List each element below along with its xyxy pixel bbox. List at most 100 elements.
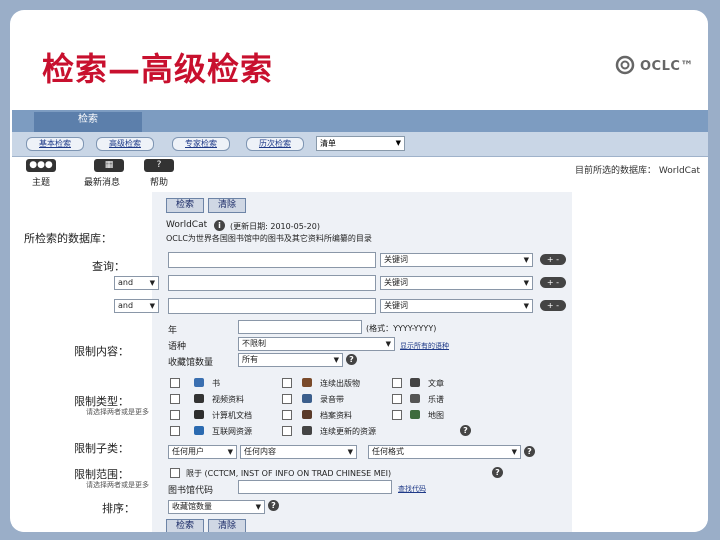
expert-search-button[interactable]: 专家检索 — [172, 137, 230, 151]
query-input-2[interactable] — [168, 275, 376, 291]
chevron-down-icon: ▼ — [227, 448, 233, 456]
add-remove-row-button-1[interactable]: + - — [540, 254, 566, 265]
type-checkbox-serial[interactable] — [282, 378, 292, 388]
type-label-archive: 档案资料 — [320, 411, 352, 420]
chevron-down-icon: ▼ — [523, 279, 529, 287]
year-label: 年 — [168, 326, 178, 336]
field-select-1[interactable]: 关键词 ▼ — [380, 253, 533, 267]
type-checkbox-article[interactable] — [392, 378, 402, 388]
query-input-1[interactable] — [168, 252, 376, 268]
type-checkbox-map[interactable] — [392, 410, 402, 420]
type-checkbox-score[interactable] — [392, 394, 402, 404]
chevron-down-icon: ▼ — [149, 279, 155, 287]
db-name: WorldCat — [166, 220, 208, 230]
type-label-serial: 连续出版物 — [320, 379, 360, 388]
serial-icon — [302, 378, 312, 387]
subtype-help-icon[interactable]: ? — [524, 446, 535, 457]
holdings-help-icon[interactable]: ? — [346, 354, 357, 365]
search-form: 检索 清除 WorldCat i (更新日期: 2010-05-20) OCLC… — [114, 192, 572, 532]
type-label-continuing: 连续更新的资源 — [320, 427, 376, 436]
type-checkbox-archive[interactable] — [282, 410, 292, 420]
type-checkbox-audio[interactable] — [282, 394, 292, 404]
scope-checkbox[interactable] — [170, 468, 180, 478]
history-button[interactable]: 历次检索 — [246, 137, 304, 151]
sort-select[interactable]: 收藏馆数量 ▼ — [168, 500, 265, 514]
libcode-input[interactable] — [238, 480, 392, 494]
icon-bar: ●●● 主题 ▦ 最新消息 ? 帮助 目前所选的数据库： WorldCat — [12, 157, 708, 189]
top-bar: 检索 — [12, 110, 708, 132]
map-icon — [410, 410, 420, 419]
operator-select-3-value: and — [118, 301, 134, 310]
limit-content-label: 限制内容： — [74, 345, 129, 358]
list-select[interactable]: 清单 ▼ — [316, 136, 405, 151]
type-help-icon[interactable]: ? — [460, 425, 471, 436]
topic-label: 主题 — [32, 178, 51, 188]
clear-button-bottom[interactable]: 清除 — [208, 519, 246, 532]
add-remove-row-button-2[interactable]: + - — [540, 277, 566, 288]
computer-file-icon — [194, 410, 204, 419]
db-label: 所检索的数据库： — [24, 232, 112, 245]
sort-help-icon[interactable]: ? — [268, 500, 279, 511]
audience-select[interactable]: 任何用户 ▼ — [168, 445, 237, 459]
clear-button-top[interactable]: 清除 — [208, 198, 246, 213]
internet-icon — [194, 426, 204, 435]
archive-icon — [302, 410, 312, 419]
chevron-down-icon: ▼ — [395, 139, 401, 147]
advanced-search-button[interactable]: 高级检索 — [96, 137, 154, 151]
score-icon — [410, 394, 420, 403]
oclc-logo-icon — [615, 55, 635, 75]
type-checkbox-computer[interactable] — [170, 410, 180, 420]
show-all-languages-link[interactable]: 显示所有的语种 — [400, 341, 449, 351]
operator-select-2[interactable]: and ▼ — [114, 276, 159, 290]
continuing-resource-icon — [302, 426, 312, 435]
query-input-3[interactable] — [168, 298, 376, 314]
type-label-computer: 计算机文档 — [212, 411, 252, 420]
type-label-score: 乐谱 — [428, 395, 444, 404]
find-code-link[interactable]: 查找代码 — [398, 484, 426, 494]
type-checkbox-internet[interactable] — [170, 426, 180, 436]
slide-title: 检索—高级检索 — [42, 50, 274, 88]
field-select-2[interactable]: 关键词 ▼ — [380, 276, 533, 290]
article-icon — [410, 378, 420, 387]
search-button-bottom[interactable]: 检索 — [166, 519, 204, 532]
type-checkbox-book[interactable] — [170, 378, 180, 388]
add-remove-row-button-3[interactable]: + - — [540, 300, 566, 311]
chevron-down-icon: ▼ — [333, 356, 339, 364]
scope-help-icon[interactable]: ? — [492, 467, 503, 478]
type-checkbox-video[interactable] — [170, 394, 180, 404]
news-icon[interactable]: ▦ — [94, 159, 124, 172]
tab-search[interactable]: 检索 — [34, 112, 142, 132]
news-label: 最新消息 — [84, 178, 121, 188]
field-select-3-value: 关键词 — [384, 301, 408, 310]
db-updated: (更新日期: 2010-05-20) — [230, 222, 320, 231]
content-select-value: 任何内容 — [244, 447, 276, 456]
holdings-label: 收藏馆数量 — [168, 358, 214, 368]
oclc-logo-text: OCLC™ — [640, 59, 694, 74]
current-db-note: 目前所选的数据库： WorldCat — [575, 166, 700, 176]
chevron-down-icon: ▼ — [511, 448, 517, 456]
video-icon — [194, 394, 204, 403]
operator-select-3[interactable]: and ▼ — [114, 299, 159, 313]
basic-search-button[interactable]: 基本检索 — [26, 137, 84, 151]
field-select-3[interactable]: 关键词 ▼ — [380, 299, 533, 313]
language-select[interactable]: 不限制 ▼ — [238, 337, 395, 351]
info-icon[interactable]: i — [214, 220, 225, 231]
chevron-down-icon: ▼ — [523, 302, 529, 310]
search-button-top[interactable]: 检索 — [166, 198, 204, 213]
holdings-select-value: 所有 — [242, 355, 258, 364]
operator-select-2-value: and — [118, 278, 134, 287]
year-hint: (格式：YYYY-YYYY) — [366, 324, 437, 333]
holdings-select[interactable]: 所有 ▼ — [238, 353, 343, 367]
sort-label: 排序： — [102, 502, 135, 515]
year-input[interactable] — [238, 320, 362, 334]
language-label: 语种 — [168, 342, 187, 352]
screenshot: 检索 基本检索 高级检索 专家检索 历次检索 清单 ▼ ●●● 主题 ▦ 最新消息… — [12, 110, 708, 532]
chevron-down-icon: ▼ — [255, 503, 261, 511]
format-select[interactable]: 任何格式 ▼ — [368, 445, 521, 459]
help-icon[interactable]: ? — [144, 159, 174, 172]
db-desc: OCLC为世界各国图书馆中的图书及其它资料所编纂的目录 — [166, 234, 372, 243]
type-checkbox-continuing[interactable] — [282, 426, 292, 436]
limit-scope-sub: 请选择两者或是更多 — [86, 481, 149, 489]
topic-icon[interactable]: ●●● — [26, 159, 56, 172]
content-select[interactable]: 任何内容 ▼ — [240, 445, 357, 459]
